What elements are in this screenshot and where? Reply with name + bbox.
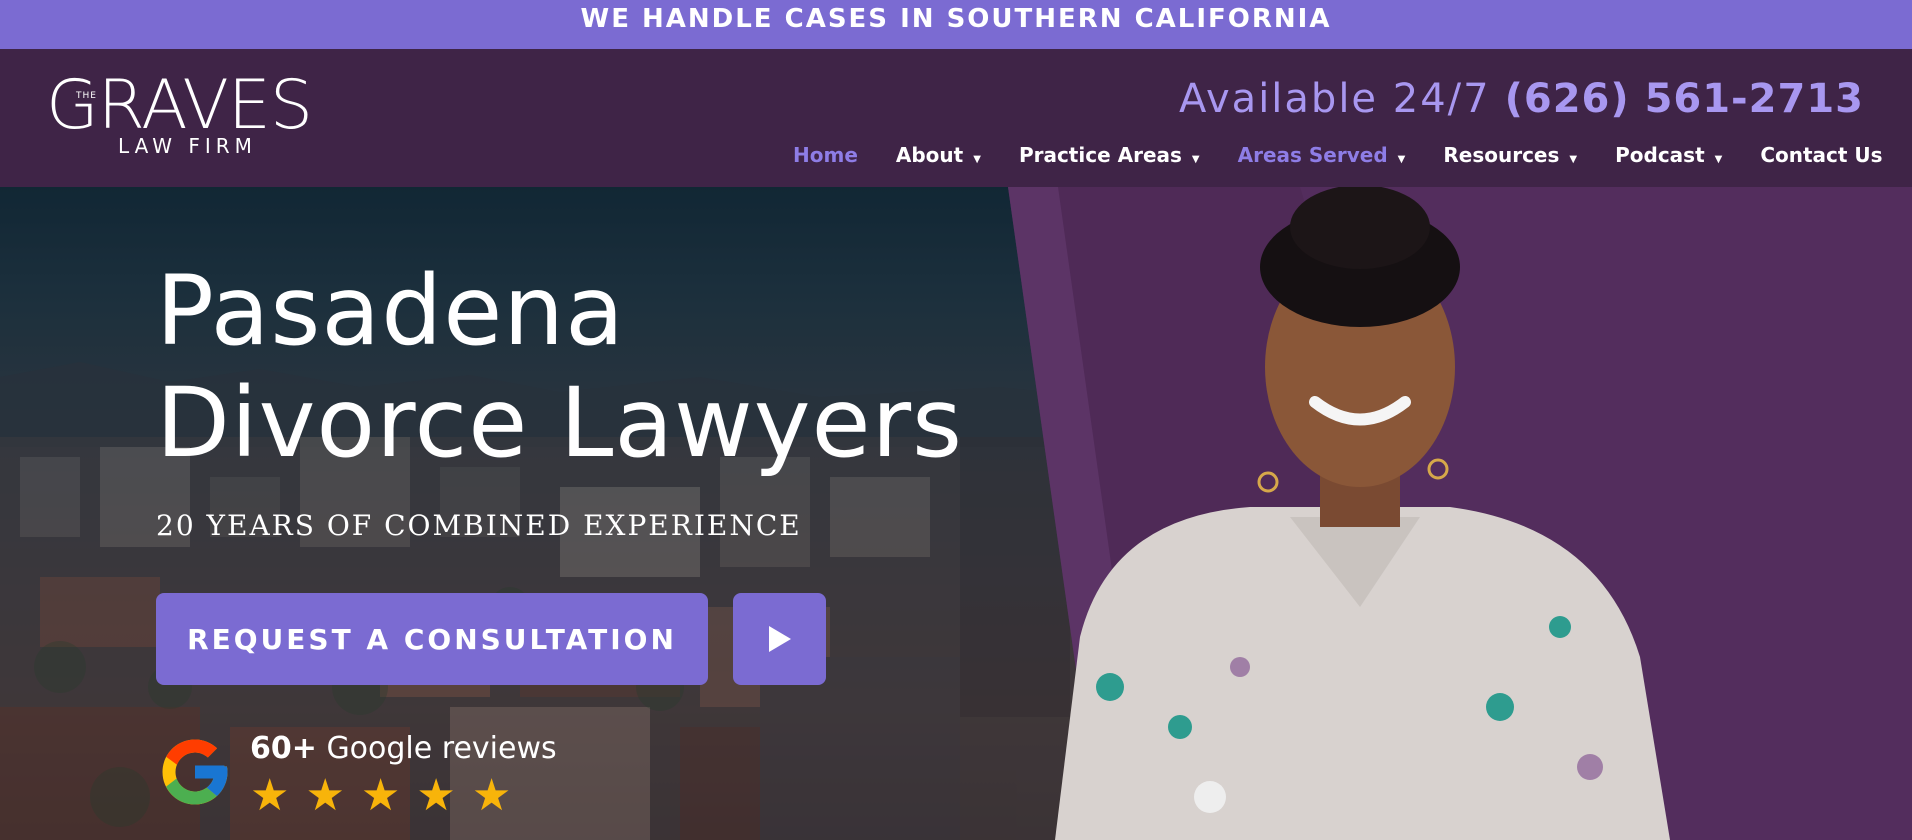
availability-label: Available 24/7	[1178, 76, 1491, 122]
contact-availability: Available 24/7 (626) 561-2713	[1179, 75, 1864, 123]
chevron-down-icon: ▼	[1397, 153, 1406, 165]
phone-link[interactable]: (626) 561-2713	[1505, 76, 1864, 122]
hero-subtitle: 20 YEARS OF COMBINED EXPERIENCE	[156, 509, 802, 542]
main-nav: Home About ▼ Practice Areas ▼ Areas Serv…	[793, 135, 1883, 175]
chevron-down-icon: ▼	[1714, 153, 1723, 165]
reviews-count: 60+	[250, 731, 317, 766]
star-icon: ★	[471, 770, 512, 821]
star-icon: ★	[416, 770, 456, 821]
title-line-1: Pasadena	[156, 255, 625, 367]
reviews-label: Google reviews	[326, 731, 557, 766]
google-icon	[162, 739, 228, 805]
nav-item-resources[interactable]: Resources ▼	[1443, 143, 1577, 167]
google-reviews[interactable]: 60+ Google reviews ★ ★ ★ ★ ★	[156, 731, 596, 831]
play-icon	[768, 626, 791, 652]
nav-item-podcast[interactable]: Podcast ▼	[1615, 143, 1722, 167]
star-icon: ★	[305, 770, 345, 821]
reviews-text: 60+ Google reviews	[250, 731, 557, 766]
star-icon: ★	[360, 770, 401, 821]
page-title: Pasadena Divorce Lawyers	[156, 255, 963, 479]
chevron-down-icon: ▼	[1569, 153, 1578, 165]
nav-label: Home	[793, 143, 858, 167]
nav-item-areas-served[interactable]: Areas Served ▼	[1238, 143, 1406, 167]
hero-section: Pasadena Divorce Lawyers 20 YEARS OF COM…	[0, 187, 1912, 840]
title-line-2: Divorce Lawyers	[156, 367, 964, 479]
star-rating: ★ ★ ★ ★ ★	[250, 771, 527, 821]
play-video-button[interactable]	[733, 593, 826, 685]
logo-name: GRAVES	[46, 66, 313, 145]
announcement-text: WE HANDLE CASES IN SOUTHERN CALIFORNIA	[580, 4, 1332, 34]
nav-item-practice-areas[interactable]: Practice Areas ▼	[1019, 143, 1200, 167]
nav-label: Practice Areas	[1018, 143, 1182, 167]
nav-item-contact-us[interactable]: Contact Us	[1760, 143, 1882, 167]
logo[interactable]: THE GRAVES LAW FIRM	[46, 66, 326, 159]
nav-item-about[interactable]: About ▼	[896, 143, 981, 167]
nav-label: Areas Served	[1237, 143, 1388, 167]
nav-item-home[interactable]: Home	[793, 143, 858, 167]
request-consultation-button[interactable]: REQUEST A CONSULTATION	[156, 593, 708, 685]
announcement-bar: WE HANDLE CASES IN SOUTHERN CALIFORNIA	[0, 0, 1912, 49]
nav-label: Contact Us	[1760, 143, 1883, 167]
nav-label: Podcast	[1615, 143, 1705, 167]
nav-label: About	[895, 143, 964, 167]
nav-label: Resources	[1443, 143, 1560, 167]
site-header: THE GRAVES LAW FIRM Available 24/7 (626) …	[0, 49, 1912, 187]
chevron-down-icon: ▼	[973, 153, 981, 165]
star-icon: ★	[250, 770, 290, 821]
chevron-down-icon: ▼	[1191, 153, 1200, 165]
logo-subtitle: LAW FIRM	[118, 134, 257, 158]
request-consultation-label: REQUEST A CONSULTATION	[187, 622, 677, 656]
